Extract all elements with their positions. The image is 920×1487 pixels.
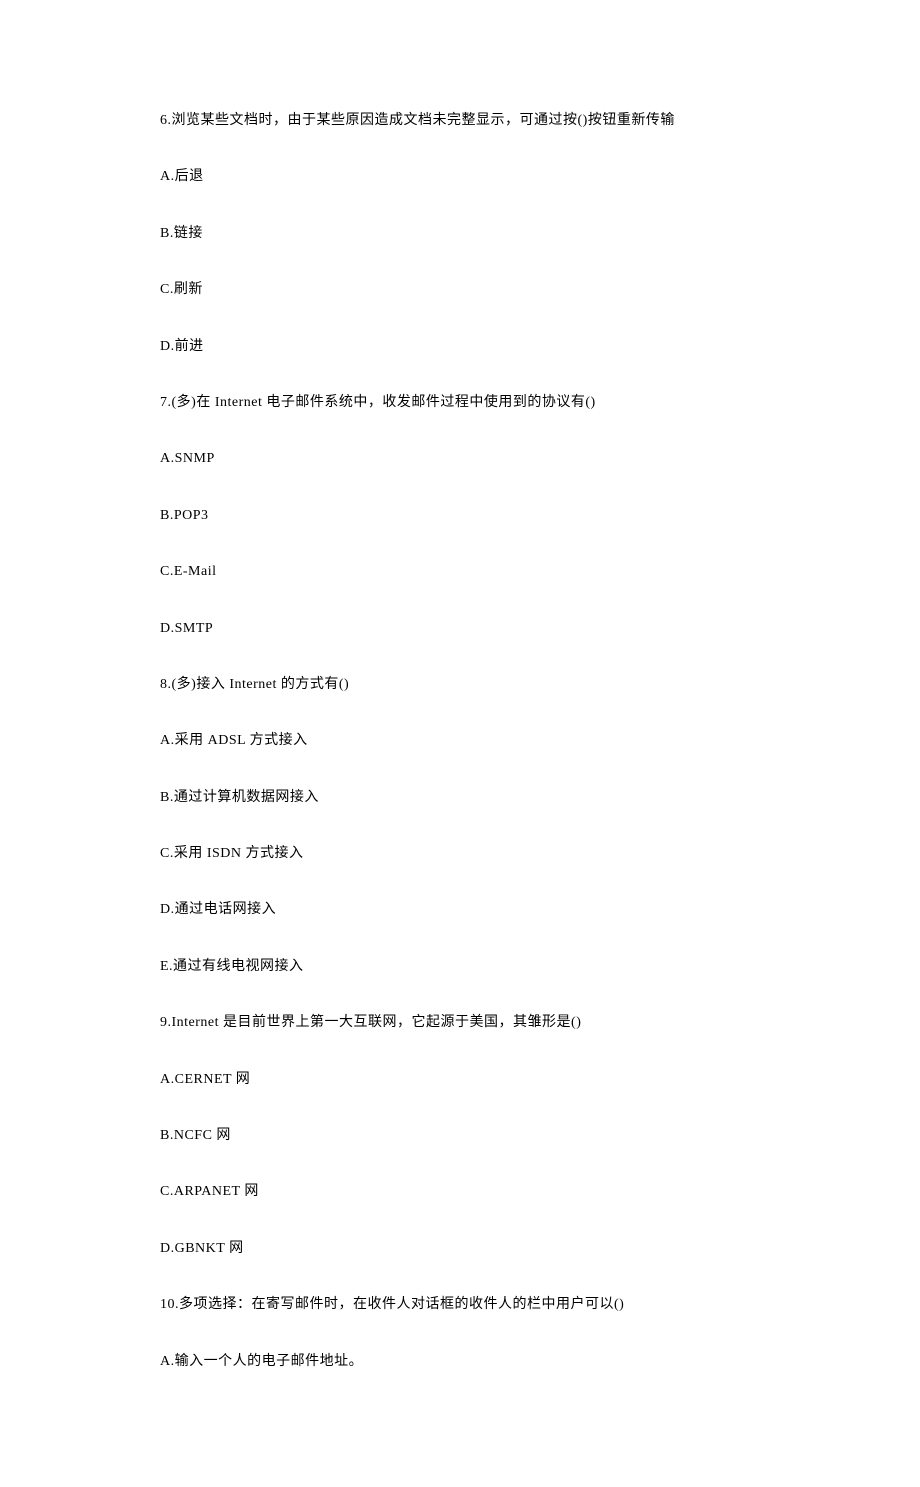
question-6-option-c: C.刷新 [160,279,760,301]
question-6-option-b: B.链接 [160,223,760,245]
question-6-option-a: A.后退 [160,166,760,188]
question-6-option-d: D.前进 [160,336,760,358]
question-9-stem: 9.Internet 是目前世界上第一大互联网，它起源于美国，其雏形是() [160,1012,760,1034]
question-8-option-d: D.通过电话网接入 [160,899,760,921]
document-page: 6.浏览某些文档时，由于某些原因造成文档未完整显示，可通过按()按钮重新传输 A… [0,0,920,1487]
question-10-option-a: A.输入一个人的电子邮件地址。 [160,1351,760,1373]
question-8-option-e: E.通过有线电视网接入 [160,956,760,978]
question-8-option-c: C.采用 ISDN 方式接入 [160,843,760,865]
question-7-option-a: A.SNMP [160,448,760,470]
question-9-option-c: C.ARPANET 网 [160,1181,760,1203]
question-8-option-a: A.采用 ADSL 方式接入 [160,730,760,752]
question-8-stem: 8.(多)接入 Internet 的方式有() [160,674,760,696]
question-7-option-c: C.E-Mail [160,561,760,583]
question-7-stem: 7.(多)在 Internet 电子邮件系统中，收发邮件过程中使用到的协议有() [160,392,760,414]
question-10-stem: 10.多项选择：在寄写邮件时，在收件人对话框的收件人的栏中用户可以() [160,1294,760,1316]
question-7-option-b: B.POP3 [160,505,760,527]
question-9-option-b: B.NCFC 网 [160,1125,760,1147]
question-9-option-a: A.CERNET 网 [160,1069,760,1091]
question-8-option-b: B.通过计算机数据网接入 [160,787,760,809]
question-7-option-d: D.SMTP [160,618,760,640]
question-9-option-d: D.GBNKT 网 [160,1238,760,1260]
question-6-stem: 6.浏览某些文档时，由于某些原因造成文档未完整显示，可通过按()按钮重新传输 [160,110,760,132]
